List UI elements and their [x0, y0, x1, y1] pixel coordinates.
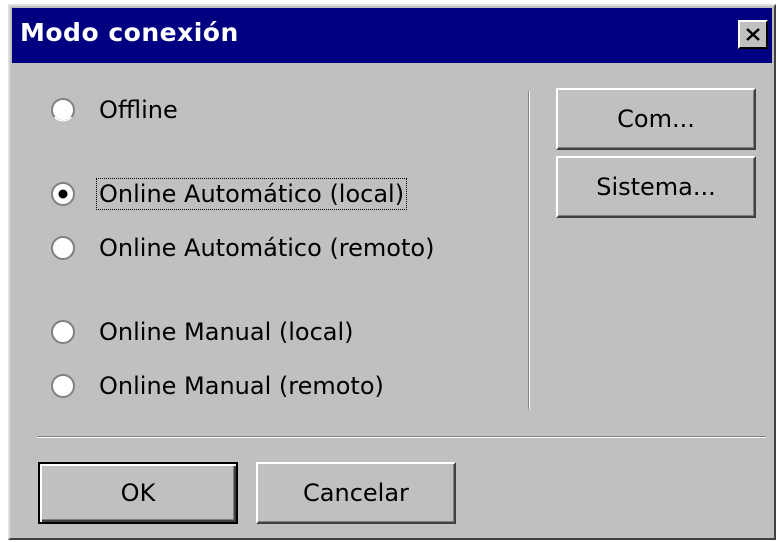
window-title: Modo conexión	[20, 18, 239, 47]
radio-label: Online Manual (local)	[99, 318, 354, 346]
cancel-button-label: Cancelar	[303, 479, 409, 507]
cancel-button[interactable]: Cancelar	[256, 462, 456, 524]
radio-option-online-manual-remote[interactable]: Online Manual (remoto)	[50, 368, 386, 404]
radio-label: Offline	[99, 96, 178, 124]
close-button[interactable]	[738, 20, 768, 49]
radio-option-online-manual-local[interactable]: Online Manual (local)	[50, 314, 356, 350]
horizontal-divider	[38, 436, 766, 438]
radio-label: Online Automático (remoto)	[99, 234, 435, 262]
sistema-button[interactable]: Sistema...	[556, 156, 756, 218]
radio-button-selected[interactable]	[50, 181, 76, 207]
radio-button[interactable]	[50, 97, 76, 123]
radio-option-online-auto-remote[interactable]: Online Automático (remoto)	[50, 230, 436, 266]
radio-button[interactable]	[50, 235, 76, 261]
radio-label: Online Manual (remoto)	[99, 372, 384, 400]
radio-option-online-auto-local[interactable]: Online Automático (local)	[50, 176, 408, 212]
sistema-button-label: Sistema...	[596, 173, 716, 201]
close-icon	[746, 28, 760, 41]
dialog-window: Modo conexión Offline Online Automático …	[8, 4, 776, 540]
vertical-divider	[528, 91, 530, 409]
radio-button[interactable]	[50, 319, 76, 345]
ok-button[interactable]: OK	[38, 462, 238, 524]
radio-option-offline[interactable]: Offline	[50, 92, 180, 128]
com-button-label: Com...	[617, 105, 695, 133]
ok-button-label: OK	[120, 479, 156, 507]
radio-button[interactable]	[50, 373, 76, 399]
com-button[interactable]: Com...	[556, 88, 756, 150]
radio-label: Online Automático (local)	[95, 178, 408, 210]
title-bar[interactable]: Modo conexión	[12, 8, 772, 63]
radio-dot-icon	[58, 189, 68, 199]
